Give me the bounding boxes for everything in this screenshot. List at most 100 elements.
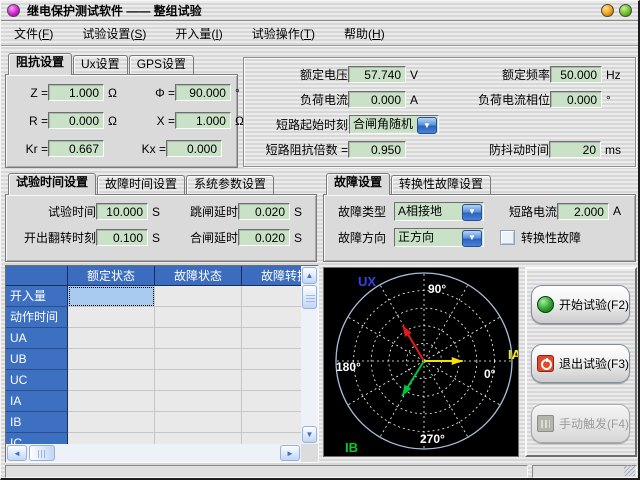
debounce-input[interactable]: 20 xyxy=(549,141,601,158)
impedance-multiple-input[interactable]: 0.950 xyxy=(348,141,406,158)
table-cell[interactable] xyxy=(155,286,242,307)
tab-impedance-settings[interactable]: 阻抗设置 xyxy=(8,53,72,75)
r-unit: Ω xyxy=(104,114,117,128)
table-cell[interactable] xyxy=(68,412,155,433)
table-cell[interactable] xyxy=(242,391,301,412)
load-current-input[interactable]: 0.000 xyxy=(348,91,406,108)
table-cell[interactable] xyxy=(155,307,242,328)
close-delay-input[interactable]: 0.020 xyxy=(238,229,290,246)
test-time-input[interactable]: 10.000 xyxy=(96,203,148,220)
load-phase-input[interactable]: 0.000 xyxy=(550,91,602,108)
table-cell[interactable] xyxy=(242,412,301,433)
short-start-combo[interactable]: 合闸角随机 xyxy=(349,115,439,134)
debounce-unit: ms xyxy=(601,143,627,157)
r-label: R = xyxy=(18,114,48,128)
svg-text:UX: UX xyxy=(358,274,376,289)
fault-type-combo[interactable]: A相接地 xyxy=(394,202,484,221)
tab-system-params[interactable]: 系统参数设置 xyxy=(186,175,274,194)
svg-text:0°: 0° xyxy=(484,367,496,381)
svg-text:270°: 270° xyxy=(420,432,445,446)
table-cell[interactable] xyxy=(68,433,155,444)
svg-text:90°: 90° xyxy=(428,282,446,296)
trip-delay-input[interactable]: 0.020 xyxy=(238,203,290,220)
short-current-input[interactable]: 2.000 xyxy=(557,203,609,220)
fault-direction-combo-value: 正方向 xyxy=(395,229,461,246)
table-cell[interactable] xyxy=(242,328,301,349)
table-cell[interactable] xyxy=(242,370,301,391)
timing-tabs: 试验时间设置 故障时间设置 系统参数设置 xyxy=(8,173,317,194)
r-input[interactable]: 0.000 xyxy=(48,112,104,129)
vertical-scroll-thumb[interactable] xyxy=(302,285,317,309)
table-horizontal-scrollbar[interactable] xyxy=(6,444,301,462)
table-cell[interactable] xyxy=(155,370,242,391)
table-cell[interactable] xyxy=(68,370,155,391)
table-cell[interactable] xyxy=(68,391,155,412)
chevron-down-icon[interactable] xyxy=(462,230,482,247)
table-cell[interactable] xyxy=(68,328,155,349)
x-input[interactable]: 1.000 xyxy=(175,112,231,129)
z-unit: Ω xyxy=(104,86,117,100)
rated-voltage-input[interactable]: 57.740 xyxy=(348,66,406,83)
table-cell[interactable] xyxy=(155,391,242,412)
horizontal-scroll-thumb[interactable] xyxy=(29,445,55,461)
chevron-down-icon[interactable] xyxy=(302,426,317,443)
table-cell[interactable] xyxy=(242,349,301,370)
x-label: X = xyxy=(139,114,175,128)
phi-unit: ° xyxy=(231,86,240,100)
phi-input[interactable]: 90.000 xyxy=(175,84,231,101)
menu-binary-input[interactable]: 开入量(I) xyxy=(167,22,230,45)
chevron-down-icon[interactable] xyxy=(417,117,437,134)
convert-fault-checkbox[interactable] xyxy=(500,230,515,245)
phasor-plot-svg: 90°180°270°0°UXIAIB xyxy=(324,268,518,456)
rated-frequency-unit: Hz xyxy=(602,68,628,82)
menu-test-settings[interactable]: 试验设置(S) xyxy=(74,22,154,45)
table-cell[interactable] xyxy=(68,307,155,328)
convert-fault-label: 转换性故障 xyxy=(521,229,581,246)
table-cell[interactable] xyxy=(155,412,242,433)
tab-fault-settings[interactable]: 故障设置 xyxy=(326,173,390,195)
menu-test-operation[interactable]: 试验操作(T) xyxy=(244,22,323,45)
exit-test-button[interactable]: 退出试验(F3) xyxy=(531,344,630,383)
tab-ux-settings[interactable]: Ux设置 xyxy=(73,55,128,74)
table-cell[interactable] xyxy=(68,349,155,370)
chevron-left-icon[interactable] xyxy=(7,445,27,461)
start-test-button[interactable]: 开始试验(F2) xyxy=(531,285,630,324)
z-input[interactable]: 1.000 xyxy=(48,84,104,101)
flip-time-unit: S xyxy=(148,231,166,245)
resize-grip[interactable] xyxy=(624,465,635,476)
table-cell[interactable] xyxy=(155,349,242,370)
table-corner-cell xyxy=(6,266,68,286)
table-cell[interactable] xyxy=(155,328,242,349)
short-start-combo-value: 合闸角随机 xyxy=(350,116,416,133)
menu-file[interactable]: 文件(F) xyxy=(6,22,61,45)
chevron-down-icon[interactable] xyxy=(462,204,482,221)
tab-fault-time[interactable]: 故障时间设置 xyxy=(97,175,185,194)
rated-voltage-label: 额定电压 xyxy=(250,66,348,83)
tab-test-time[interactable]: 试验时间设置 xyxy=(8,173,96,195)
timing-page: 试验时间 10.000 S 跳闸延时 0.020 S 开出翻转时刻 0.100 … xyxy=(5,194,317,262)
chevron-right-icon[interactable] xyxy=(280,445,300,461)
table-cell[interactable] xyxy=(242,307,301,328)
table-cell[interactable] xyxy=(68,286,155,307)
minimize-button[interactable] xyxy=(601,4,614,17)
load-phase-unit: ° xyxy=(602,93,628,107)
impedance-tabs: 阻抗设置 Ux设置 GPS设置 xyxy=(8,53,238,74)
table-cell[interactable] xyxy=(242,433,301,444)
tab-gps-settings[interactable]: GPS设置 xyxy=(129,55,194,74)
flip-time-input[interactable]: 0.100 xyxy=(96,229,148,246)
table-cell[interactable] xyxy=(242,286,301,307)
impedance-multiple-label: 短路阻抗倍数 = xyxy=(250,141,348,158)
chevron-up-icon[interactable] xyxy=(302,267,317,284)
close-button[interactable] xyxy=(619,4,632,17)
kr-input[interactable]: 0.667 xyxy=(48,140,104,157)
results-table-grid: 额定状态故障状态故障转换开入量动作时间UAUBUCIAIBIC xyxy=(6,266,301,444)
rated-frequency-input[interactable]: 50.000 xyxy=(550,66,602,83)
table-cell[interactable] xyxy=(155,433,242,444)
manual-trigger-button[interactable]: 手动触发(F4) xyxy=(531,404,630,443)
tab-convert-fault-settings[interactable]: 转换性故障设置 xyxy=(391,175,491,194)
close-delay-label: 合闸延时 xyxy=(166,229,238,246)
fault-direction-combo[interactable]: 正方向 xyxy=(394,228,484,247)
table-vertical-scrollbar[interactable] xyxy=(301,266,318,444)
kx-input[interactable]: 0.000 xyxy=(166,140,222,157)
menu-help[interactable]: 帮助(H) xyxy=(336,22,393,45)
